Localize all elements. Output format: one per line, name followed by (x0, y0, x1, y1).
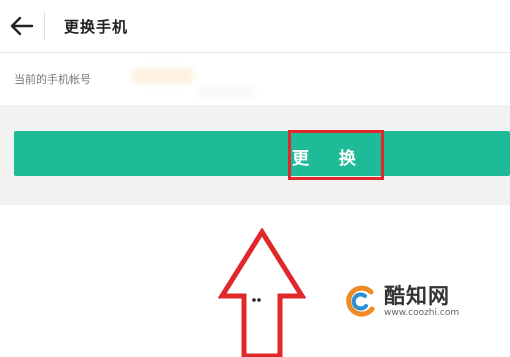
phone-number-redacted (132, 68, 194, 84)
app-screen: 更换手机 当前的手机帐号 更 换 (0, 0, 510, 205)
header-divider (44, 12, 45, 40)
phone-number-redacted-trail (198, 87, 254, 97)
watermark-url: www.coozhi.com (384, 308, 460, 318)
highlight-box (288, 130, 384, 180)
screenshot-page: 更换手机 当前的手机帐号 更 换 酷知网 www.coozhi.com (0, 0, 510, 357)
current-phone-label: 当前的手机帐号 (14, 73, 91, 86)
coozhi-logo-icon (342, 283, 378, 319)
page-title: 更换手机 (64, 18, 129, 36)
up-arrow-icon (217, 227, 307, 357)
change-phone-button[interactable] (14, 131, 510, 176)
current-account-section: 当前的手机帐号 (0, 53, 510, 105)
back-arrow-icon[interactable] (10, 16, 34, 36)
top-bar: 更换手机 (0, 0, 510, 53)
watermark-name: 酷知网 (384, 284, 450, 308)
watermark: 酷知网 www.coozhi.com (342, 280, 502, 324)
